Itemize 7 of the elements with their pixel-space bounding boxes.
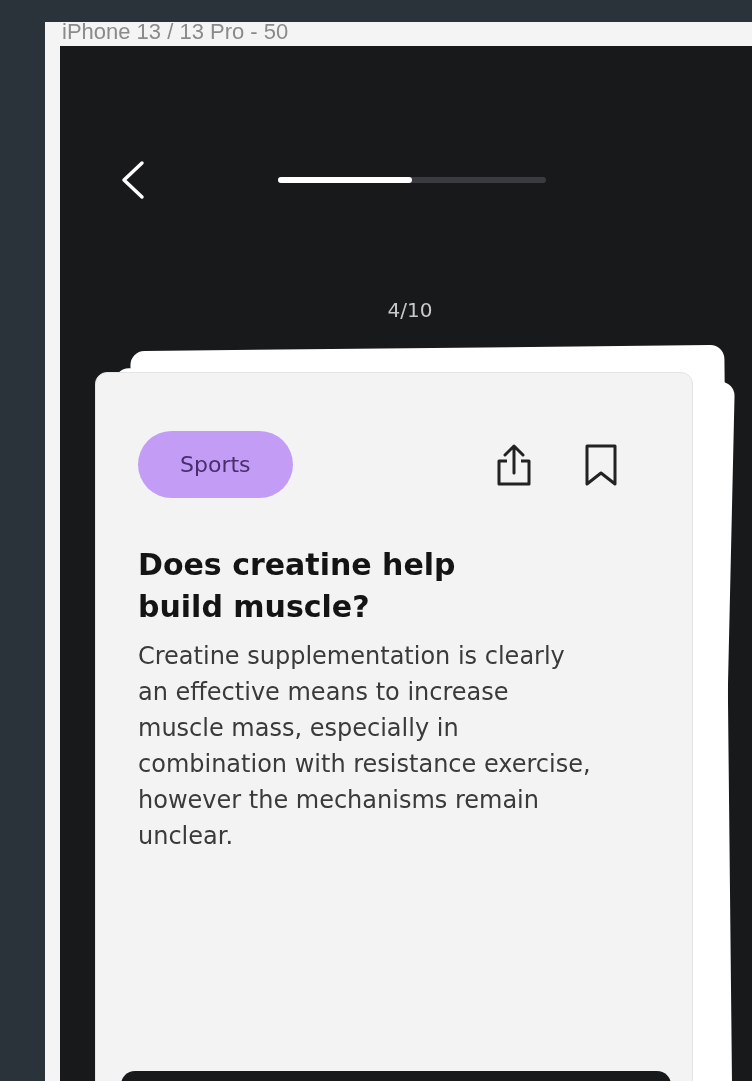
answer-text: Creatine supplementation is clearly an effective means to increase muscle mass, especially in combination with resistance exercise, however the mechanisms remain unclear. <box>138 641 592 852</box>
question-counter: 4/10 <box>387 298 433 322</box>
bookmark-icon[interactable] <box>584 442 618 487</box>
frame-label: iPhone 13 / 13 Pro - 50 <box>62 22 290 46</box>
back-icon[interactable] <box>120 160 146 200</box>
question-title: Does creatine help build muscle? <box>138 546 457 626</box>
category-tag: Sports <box>138 431 293 498</box>
